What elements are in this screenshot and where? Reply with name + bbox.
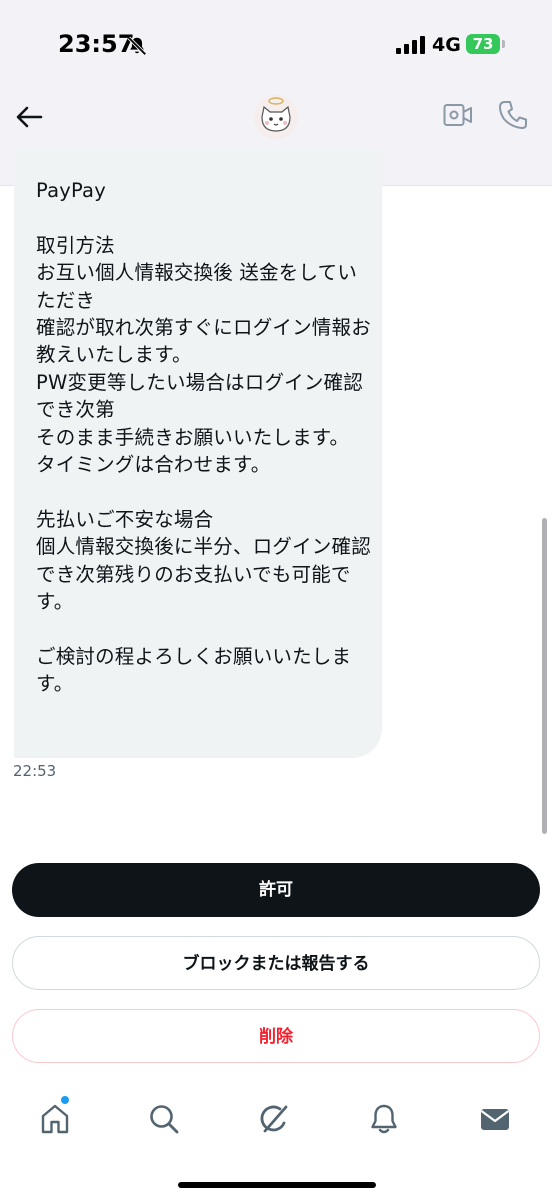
scrollbar[interactable] <box>542 518 547 834</box>
network-type: 4G <box>432 34 461 56</box>
bell-off-icon <box>127 36 147 56</box>
search-icon[interactable] <box>147 1102 181 1136</box>
avatar[interactable] <box>254 95 298 139</box>
status-time: 23:57 <box>58 30 135 58</box>
status-bar: 23:57 4G 73 <box>0 0 552 92</box>
delete-button[interactable]: 削除 <box>12 1009 540 1063</box>
notification-dot <box>61 1096 69 1104</box>
back-arrow-icon[interactable] <box>14 102 44 132</box>
signal-icon <box>396 36 425 54</box>
battery-tip <box>502 40 505 48</box>
video-call-icon[interactable] <box>443 102 473 128</box>
phone-icon[interactable] <box>499 100 527 130</box>
cat-avatar-icon <box>254 95 298 139</box>
messages-icon[interactable] <box>478 1102 512 1136</box>
message-text: PayPay 取引方法 お互い個人情報交換後 送金をしていただき 確認が取れ次第… <box>36 179 371 696</box>
home-indicator <box>178 1182 376 1188</box>
grok-icon[interactable] <box>257 1102 291 1136</box>
home-icon[interactable] <box>38 1102 72 1136</box>
battery-indicator: 73 <box>466 34 500 54</box>
message-timestamp: 22:53 <box>13 762 57 780</box>
notifications-icon[interactable] <box>367 1102 401 1136</box>
allow-button[interactable]: 許可 <box>12 863 540 917</box>
block-or-report-button[interactable]: ブロックまたは報告する <box>12 936 540 990</box>
